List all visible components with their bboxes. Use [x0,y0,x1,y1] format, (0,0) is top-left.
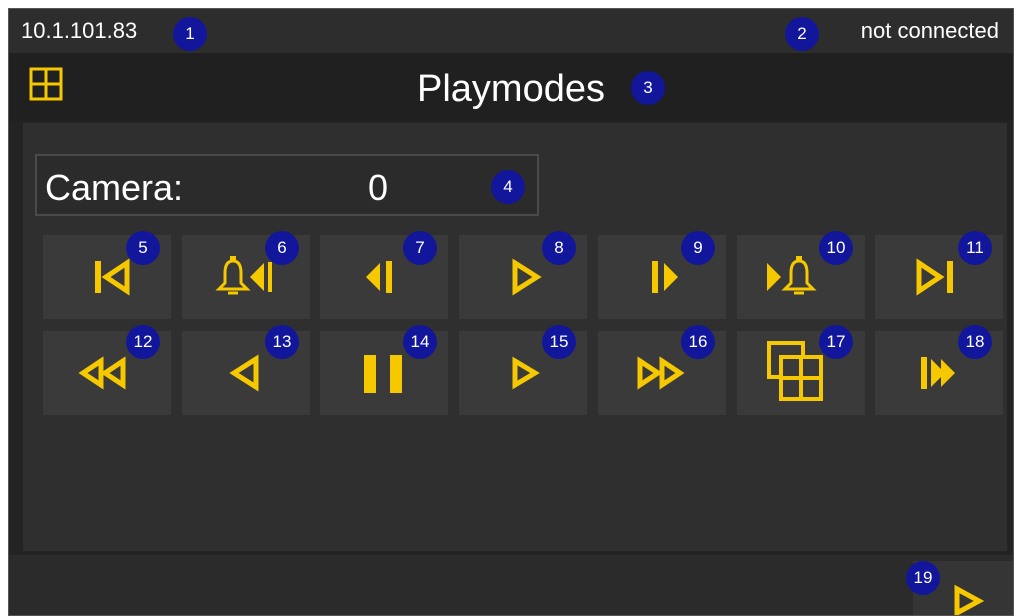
annotation-badge: 15 [542,325,576,359]
annotation-badge: 13 [265,325,299,359]
ip-address: 10.1.101.83 [21,18,138,43]
camera-value: 0 [368,167,389,208]
screen: 10.1.101.83 not connected Playmodes Came… [9,9,1013,616]
annotation-badge: 17 [819,325,853,359]
annotation-badge: 9 [681,231,715,265]
annotation-badge: 2 [785,17,819,51]
annotation-badge: 10 [819,231,853,265]
annotation-badge: 12 [126,325,160,359]
annotation-badge: 3 [631,71,665,105]
annotation-badge: 16 [681,325,715,359]
annotation-badge: 14 [403,325,437,359]
connection-status: not connected [860,18,999,43]
bottom-bar [9,555,1013,616]
annotation-badge: 7 [403,231,437,265]
annotation-badge: 8 [542,231,576,265]
annotation-badge: 6 [265,231,299,265]
annotation-badge: 1 [173,17,207,51]
status-bar: 10.1.101.83 not connected [9,9,1013,53]
annotation-badge: 19 [906,561,940,595]
annotation-badge: 4 [491,170,525,204]
title-bar: Playmodes [9,53,1013,121]
camera-label: Camera: [45,167,184,208]
camera-field[interactable]: Camera: 0 [35,154,539,216]
annotation-badge: 18 [958,325,992,359]
annotation-badge: 5 [126,231,160,265]
page-title: Playmodes [417,68,605,110]
annotation-badge: 11 [958,231,992,265]
